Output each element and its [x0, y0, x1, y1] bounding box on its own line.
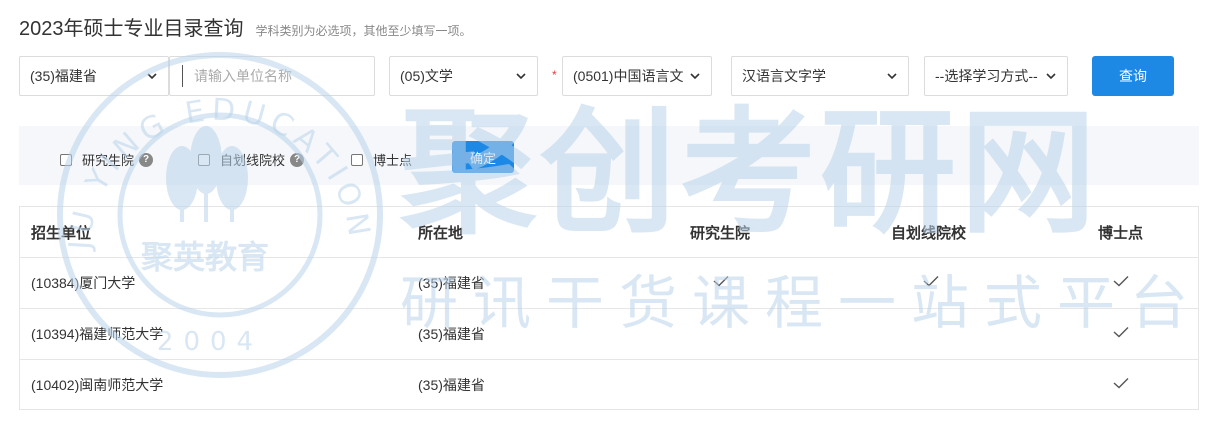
check-icon — [1113, 327, 1129, 338]
doctoral-label: 博士点 — [373, 153, 413, 168]
check-icon — [1113, 378, 1129, 389]
unit-link[interactable]: (10384)厦门大学 — [31, 258, 135, 308]
study-mode-select-value: --选择学习方式-- — [935, 68, 1038, 84]
self-line-label: 自划线院校 — [220, 153, 286, 168]
page-hint: 学科类别为必选项，其他至少填写一项。 — [255, 24, 472, 38]
required-mark: * — [552, 68, 557, 82]
check-icon — [923, 276, 939, 287]
chevron-down-icon — [887, 73, 897, 80]
table-row: (10402)闽南师范大学 (35)福建省 — [20, 360, 1198, 411]
text-cursor — [182, 65, 183, 87]
filter-bar — [19, 126, 1199, 185]
help-icon[interactable]: ? — [290, 152, 305, 167]
check-icon — [713, 276, 729, 287]
query-button[interactable]: 查询 — [1092, 56, 1174, 96]
doctoral-filter[interactable]: 博士点 — [351, 150, 412, 169]
header-unit: 招生单位 — [31, 224, 92, 242]
chevron-down-icon — [1046, 73, 1056, 80]
discipline-select[interactable]: (0501)中国语言文 — [562, 56, 712, 96]
province-select-value: (35)福建省 — [30, 68, 97, 84]
page-title: 2023年硕士专业目录查询 — [19, 18, 244, 40]
study-mode-select[interactable]: --选择学习方式-- — [924, 56, 1068, 96]
table-header-row: 招生单位 所在地 研究生院 自划线院校 博士点 — [20, 207, 1198, 258]
unit-name-input[interactable]: 请输入单位名称 — [169, 56, 375, 96]
major-select[interactable]: 汉语言文字学 — [731, 56, 909, 96]
table-row: (10394)福建师范大学 (35)福建省 — [20, 309, 1198, 360]
chevron-down-icon — [147, 73, 157, 80]
header-doctoral: 博士点 — [1098, 224, 1144, 242]
confirm-button[interactable]: 确定 — [452, 141, 514, 173]
self-line-filter[interactable]: 自划线院校 ? — [198, 150, 305, 169]
grad-school-checkbox[interactable] — [60, 153, 72, 166]
help-icon[interactable]: ? — [139, 152, 154, 167]
table-row: (10384)厦门大学 (35)福建省 — [20, 258, 1198, 309]
results-table: 招生单位 所在地 研究生院 自划线院校 博士点 (10384)厦门大学 (35)… — [19, 206, 1199, 410]
grad-school-filter[interactable]: 研究生院 ? — [60, 150, 154, 169]
unit-name-placeholder: 请输入单位名称 — [194, 68, 292, 84]
category-select-value: (05)文学 — [400, 68, 453, 84]
chevron-down-icon — [690, 73, 700, 80]
title-row: 2023年硕士专业目录查询 学科类别为必选项，其他至少填写一项。 — [19, 12, 472, 41]
header-self-line: 自划线院校 — [891, 224, 967, 242]
province-select[interactable]: (35)福建省 — [19, 56, 169, 96]
check-icon — [1113, 276, 1129, 287]
self-line-checkbox[interactable] — [198, 153, 210, 166]
location-cell: (35)福建省 — [418, 326, 485, 342]
unit-link[interactable]: (10394)福建师范大学 — [31, 309, 163, 359]
grad-school-label: 研究生院 — [82, 153, 135, 168]
location-cell: (35)福建省 — [418, 377, 485, 393]
location-cell: (35)福建省 — [418, 275, 485, 291]
header-location: 所在地 — [418, 224, 464, 242]
major-select-value: 汉语言文字学 — [742, 68, 826, 84]
unit-link[interactable]: (10402)闽南师范大学 — [31, 360, 163, 410]
chevron-down-icon — [516, 73, 526, 80]
discipline-select-value: (0501)中国语言文 — [573, 68, 683, 84]
header-grad-school: 研究生院 — [690, 224, 751, 242]
category-select[interactable]: (05)文学 — [389, 56, 538, 96]
doctoral-checkbox[interactable] — [351, 153, 363, 166]
